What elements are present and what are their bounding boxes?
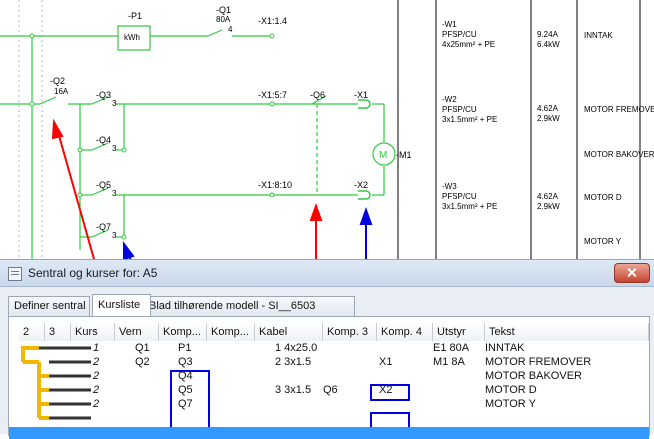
cable-w1-power: 6.4kW (537, 40, 560, 49)
cable-bakover-text: MOTOR BAKOVER (584, 150, 654, 159)
cell-kurs: 2 (93, 384, 100, 396)
q4-label: -Q4 (96, 135, 112, 145)
cell-kurs: 2 (93, 398, 100, 410)
cable-w2-current: 4.62A (537, 104, 558, 113)
cell-kurs: 1 (93, 342, 100, 354)
cell-vern: Q2 (135, 356, 150, 368)
x1-connector-label: -X1 (354, 90, 369, 100)
kursliste-panel: 2 3 Kurs Vern Komp... Komp... Kabel Komp… (8, 316, 650, 439)
cell-komp1: P1 (178, 342, 192, 354)
cable-w3-current: 4.62A (537, 192, 558, 201)
x2-connector-label: -X2 (354, 180, 369, 190)
table-row[interactable]: 2 Q2 Q3 2 3x1.5 X1 M1 8A MOTOR FREMOVER (19, 355, 649, 369)
cable-motor-y-text: MOTOR Y (584, 237, 622, 246)
x1-5-7-label: -X1:5:7 (258, 90, 288, 100)
cable-w3-power: 2.9kW (537, 202, 560, 211)
col-header-komp2[interactable]: Komp... (207, 323, 255, 341)
table-row[interactable]: 2 Q5 3 3x1.5 Q6 X2 MOTOR D (19, 383, 649, 397)
cell-utstyr: E1 80A (433, 342, 470, 354)
cable-w2-id: -W2 (442, 95, 457, 104)
cell-kabel: 2 3x1.5 (275, 356, 312, 368)
title-bar[interactable]: Sentral og kurser for: A5 (0, 260, 654, 287)
cable-w1-current: 9.24A (537, 30, 558, 39)
cell-tekst: MOTOR FREMOVER (485, 356, 592, 368)
col-header-kabel[interactable]: Kabel (255, 323, 323, 341)
cable-w1-size: 4x25mm² + PE (442, 40, 496, 49)
cable-w1-type: PFSP/CU (442, 30, 477, 39)
q3-label: -Q3 (96, 90, 112, 100)
cell-tekst: MOTOR Y (485, 398, 536, 410)
cell-tekst: MOTOR D (485, 384, 537, 396)
p1-label: -P1 (128, 11, 143, 21)
kwh-meter-label: kWh (124, 33, 140, 42)
col-header-komp1[interactable]: Komp... (159, 323, 207, 341)
col-header-3[interactable]: 3 (45, 323, 71, 341)
close-button[interactable] (614, 263, 650, 283)
table-row[interactable]: 2 Q4 MOTOR BAKOVER (19, 369, 649, 383)
cable-w3-type: PFSP/CU (442, 192, 477, 201)
cable-w3-size: 3x1.5mm² + PE (442, 202, 498, 211)
cell-kurs: 2 (93, 370, 100, 382)
q2-rating: 16A (54, 87, 69, 96)
q1-pin: 4 (228, 25, 233, 34)
cell-komp3: Q6 (323, 384, 338, 396)
col-header-komp3[interactable]: Komp. 3 (323, 323, 377, 341)
col-header-vern[interactable]: Vern (115, 323, 159, 341)
selected-row[interactable] (9, 427, 649, 439)
cell-vern: Q1 (135, 342, 150, 354)
q1-rating: 80A (216, 15, 231, 24)
cell-kurs: 2 (93, 356, 100, 368)
q7-label: -Q7 (96, 222, 112, 232)
q1-label: -Q1 (216, 5, 232, 15)
q5-pin: 3 (112, 189, 117, 198)
cell-tekst: INNTAK (485, 342, 525, 354)
cable-w2-power: 2.9kW (537, 114, 560, 123)
cable-w3-text: MOTOR D (584, 193, 622, 202)
q7-pin: 3 (112, 231, 117, 240)
col-header-komp4[interactable]: Komp. 4 (377, 323, 433, 341)
q6-label: -Q6 (310, 90, 326, 100)
cable-w1-text: INNTAK (584, 31, 613, 40)
cable-w1-id: -W1 (442, 20, 457, 29)
svg-text:M: M (379, 150, 387, 161)
cable-w2-text: MOTOR FREMOVER (584, 105, 654, 114)
x1-1-4-label: -X1:1.4 (258, 16, 288, 26)
cell-komp1: Q3 (178, 356, 193, 368)
annotation-box-x1 (370, 384, 410, 401)
x1-8-10-label: -X1:8:10 (258, 180, 293, 190)
cell-utstyr: M1 8A (433, 356, 465, 368)
m1-label: -M1 (396, 150, 412, 160)
col-header-tekst[interactable]: Tekst (485, 323, 649, 341)
tab-blad-modell[interactable]: Blad tilhørende modell - SI__6503 (143, 296, 355, 316)
cell-kabel: 3 3x1.5 (275, 384, 312, 396)
cell-tekst: MOTOR BAKOVER (485, 370, 582, 382)
table-row[interactable]: 2 Q7 MOTOR Y (19, 397, 649, 411)
cable-w3-id: -W3 (442, 182, 457, 191)
cable-w2-size: 3x1.5mm² + PE (442, 115, 498, 124)
table-row[interactable]: 1 Q1 P1 1 4x25.0 E1 80A INNTAK (19, 341, 649, 355)
courses-dialog: Sentral og kurser for: A5 Definer sentra… (0, 259, 654, 439)
q5-label: -Q5 (96, 180, 112, 190)
col-header-kurs[interactable]: Kurs (71, 323, 115, 341)
q4-pin: 3 (112, 144, 117, 153)
col-header-utstyr[interactable]: Utstyr (433, 323, 485, 341)
tab-kursliste[interactable]: Kursliste (92, 294, 151, 316)
app-icon (8, 267, 22, 281)
tab-definer-sentral[interactable]: Definer sentral (8, 296, 90, 316)
cable-w2-type: PFSP/CU (442, 105, 477, 114)
cell-kabel: 1 4x25.0 (275, 342, 318, 354)
q3-pin: 3 (112, 99, 117, 108)
q2-label: -Q2 (50, 76, 66, 86)
window-title: Sentral og kurser for: A5 (28, 266, 158, 280)
col-header-2[interactable]: 2 (19, 323, 45, 341)
cell-komp4: X1 (379, 356, 393, 368)
